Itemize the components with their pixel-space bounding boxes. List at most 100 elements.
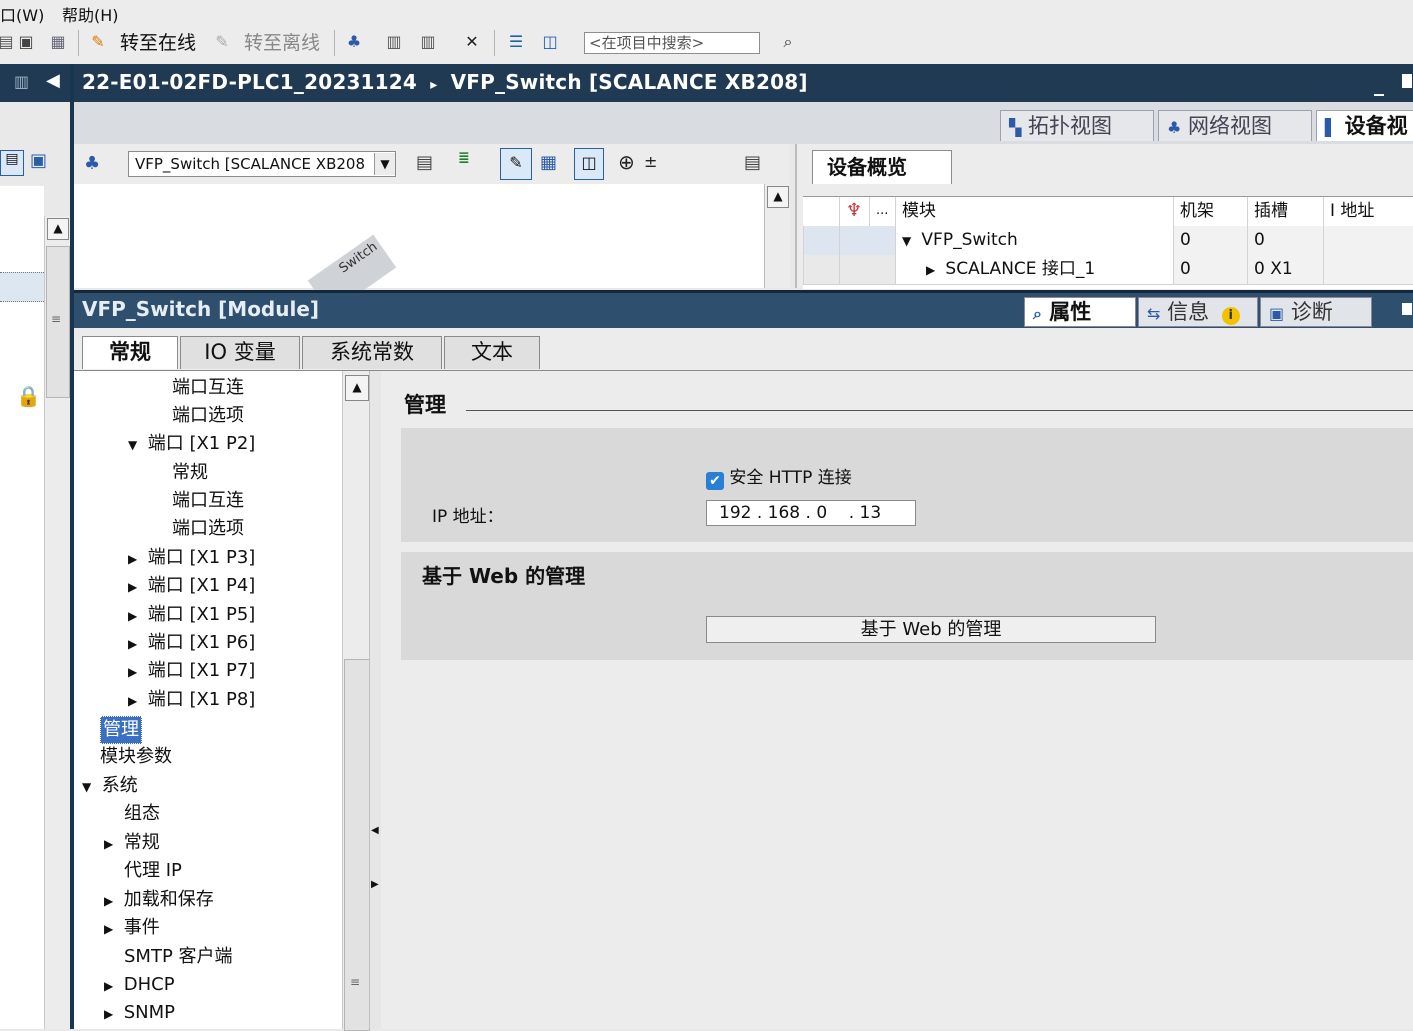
expand-icon[interactable]: ▶ bbox=[104, 888, 118, 914]
tree-item[interactable]: 端口互连 bbox=[172, 375, 244, 401]
tree-item[interactable]: 常规 bbox=[172, 460, 208, 486]
tree-item[interactable]: ▶ 常规 bbox=[104, 830, 160, 856]
column-header-more[interactable]: ... bbox=[869, 197, 895, 226]
overview-toggle-icon[interactable]: ▤ bbox=[744, 152, 761, 173]
tree-item[interactable]: ▶ 端口 [X1 P3] bbox=[128, 545, 255, 571]
tree-item[interactable]: 代理 IP bbox=[124, 858, 182, 884]
filter-icon[interactable]: ♆ bbox=[839, 197, 869, 226]
go-online-icon[interactable]: ✎ bbox=[88, 32, 108, 52]
project-search-input[interactable]: <在项目中搜索> bbox=[584, 32, 760, 54]
expand-icon[interactable]: ▶ bbox=[128, 574, 142, 600]
tree-item[interactable]: 端口选项 bbox=[172, 403, 244, 429]
stop-cpu-icon[interactable]: ▥ bbox=[418, 32, 438, 52]
tab-texts[interactable]: 文本 bbox=[444, 336, 540, 369]
tree-item[interactable]: ▶ 端口 [X1 P8] bbox=[128, 687, 255, 713]
ip-address-input[interactable]: 192 . 168 . 0 . 13 bbox=[706, 500, 916, 526]
tree-item[interactable]: 组态 bbox=[124, 801, 160, 827]
float-window-icon[interactable] bbox=[1402, 303, 1412, 315]
column-header-module[interactable]: 模块 bbox=[895, 197, 1173, 226]
tab-diagnostics[interactable]: ▣ 诊断 bbox=[1260, 297, 1372, 327]
tab-general[interactable]: 常规 bbox=[82, 336, 178, 369]
search-project-icon[interactable]: ⌕ bbox=[778, 32, 798, 52]
menu-help[interactable]: 帮助(H) bbox=[62, 2, 119, 26]
expand-right-icon[interactable]: ▶ bbox=[371, 879, 379, 890]
tree-item[interactable]: ▶ 加载和保存 bbox=[104, 887, 214, 913]
column-header-address[interactable]: I 地址 bbox=[1323, 197, 1413, 226]
column-header-slot[interactable]: 插槽 bbox=[1247, 197, 1323, 226]
web-management-button[interactable]: 基于 Web 的管理 bbox=[706, 616, 1156, 643]
column-header-rack[interactable]: 机架 bbox=[1173, 197, 1247, 226]
tree-item[interactable]: ▶ 事件 bbox=[104, 915, 160, 941]
expand-icon[interactable]: ▶ bbox=[128, 603, 142, 629]
grid-icon[interactable]: ▦ bbox=[540, 152, 557, 173]
device-network-icon[interactable]: ♣ bbox=[84, 153, 100, 174]
download-icon[interactable]: ▦ bbox=[48, 32, 68, 52]
tab-network-view[interactable]: ♣ 网络视图 bbox=[1158, 110, 1312, 141]
tree-item[interactable]: ▶ SNMP bbox=[104, 1000, 175, 1026]
tree-item[interactable]: ▶ 端口 [X1 P7] bbox=[128, 658, 255, 684]
tree-item[interactable]: 模块参数 bbox=[100, 744, 172, 770]
chevron-down-icon[interactable]: ▼ bbox=[374, 153, 395, 175]
tree-item[interactable]: ▶ 端口 [X1 P4] bbox=[128, 573, 255, 599]
menu-window[interactable]: 口(W) bbox=[0, 2, 44, 26]
accessible-devices-icon[interactable]: ♣ bbox=[344, 32, 364, 52]
save-icon[interactable]: ▤ bbox=[0, 32, 16, 52]
tab-system-constants[interactable]: 系统常数 bbox=[302, 336, 442, 369]
tab-properties[interactable]: ⌕ 属性 bbox=[1024, 297, 1136, 327]
scroll-up-icon[interactable]: ▲ bbox=[47, 218, 69, 240]
minimize-icon[interactable]: _ bbox=[1374, 72, 1384, 96]
tree-item[interactable]: ▶ 端口 [X1 P5] bbox=[128, 602, 255, 628]
tree-item-selected[interactable]: 管理 bbox=[100, 716, 142, 744]
tab-device-view[interactable]: ▌ 设备视 bbox=[1316, 110, 1413, 141]
print-icon[interactable]: ▣ bbox=[16, 32, 36, 52]
tree-item[interactable]: ▶ 端口 [X1 P6] bbox=[128, 630, 255, 656]
canvas-scrollbar[interactable]: ▲ bbox=[764, 184, 790, 288]
list-view-icon[interactable]: ▤ bbox=[0, 150, 24, 176]
tree-scrollbar[interactable]: ▲ ≡ bbox=[342, 371, 370, 1031]
split-horizontal-icon[interactable]: ☰ bbox=[506, 32, 526, 52]
breadcrumb-device[interactable]: VFP_Switch [SCALANCE XB208] bbox=[451, 70, 808, 94]
table-view-icon[interactable]: ◫ bbox=[574, 148, 604, 180]
expand-icon[interactable]: ▶ bbox=[128, 631, 142, 657]
new-item-icon[interactable]: ▣ bbox=[30, 150, 47, 171]
go-offline-button[interactable]: 转至离线 bbox=[244, 29, 320, 57]
tab-topology-view[interactable]: ▚ 拓扑视图 bbox=[1000, 110, 1154, 141]
start-cpu-icon[interactable]: ▥ bbox=[384, 32, 404, 52]
expand-icon[interactable]: ▶ bbox=[104, 973, 118, 999]
zoom-tool-icon[interactable]: ✎ bbox=[500, 148, 532, 180]
breadcrumb-project[interactable]: 22-E01-02FD-PLC1_20231124 bbox=[82, 70, 417, 94]
checkbox-checked-icon[interactable]: ✔ bbox=[706, 472, 724, 490]
tab-device-overview[interactable]: 设备概览 bbox=[812, 150, 952, 184]
tree-item[interactable]: 端口选项 bbox=[172, 516, 244, 542]
float-window-icon[interactable] bbox=[1402, 74, 1412, 88]
tree-item[interactable]: SMTP 客户端 bbox=[124, 944, 233, 970]
expand-icon[interactable]: ▶ bbox=[128, 546, 142, 572]
tree-item[interactable]: ▼ 系统 bbox=[82, 773, 138, 799]
split-vertical-icon[interactable]: ◫ bbox=[540, 32, 560, 52]
tab-info[interactable]: ⇆ 信息 i bbox=[1138, 297, 1258, 327]
cross-reference-icon[interactable]: ✕ bbox=[462, 32, 482, 52]
go-online-button[interactable]: 转至在线 bbox=[120, 29, 196, 57]
collapse-arrow-icon[interactable]: ◀ bbox=[46, 70, 60, 91]
secure-http-checkbox[interactable]: ✔ 安全 HTTP 连接 bbox=[706, 463, 852, 490]
scroll-up-icon[interactable]: ▲ bbox=[345, 375, 369, 401]
table-row[interactable]: ▼ VFP_Switch 0 0 bbox=[803, 226, 1413, 256]
collapse-panel-icon[interactable]: ▥ bbox=[14, 72, 29, 91]
device-canvas[interactable]: Switch bbox=[74, 184, 764, 314]
tab-io-tags[interactable]: IO 变量 bbox=[180, 336, 300, 369]
tree-item[interactable]: ▶ DHCP bbox=[104, 972, 175, 998]
tree-item[interactable]: ▼ 端口 [X1 P2] bbox=[128, 431, 255, 457]
expand-icon[interactable]: ▶ bbox=[104, 1001, 118, 1027]
tree-item[interactable]: 端口互连 bbox=[172, 488, 244, 514]
collapse-left-icon[interactable]: ◀ bbox=[371, 825, 379, 836]
expand-icon[interactable]: ▶ bbox=[104, 916, 118, 942]
scroll-up-icon[interactable]: ▲ bbox=[767, 186, 789, 208]
left-scrollbar[interactable]: ▲ ≡ bbox=[44, 216, 71, 1029]
zoom-icon[interactable]: ⊕ bbox=[618, 150, 635, 174]
show-name-icon[interactable]: ≣ bbox=[458, 150, 470, 166]
zoom-dropdown-icon[interactable]: ± bbox=[644, 152, 657, 171]
device-property-icon[interactable]: ▤ bbox=[416, 152, 433, 173]
table-row[interactable]: ▶ SCALANCE 接口_1 0 0 X1 bbox=[803, 255, 1413, 285]
expand-icon[interactable]: ▼ bbox=[82, 774, 96, 800]
device-select[interactable]: VFP_Switch [SCALANCE XB208 bbox=[128, 151, 396, 177]
